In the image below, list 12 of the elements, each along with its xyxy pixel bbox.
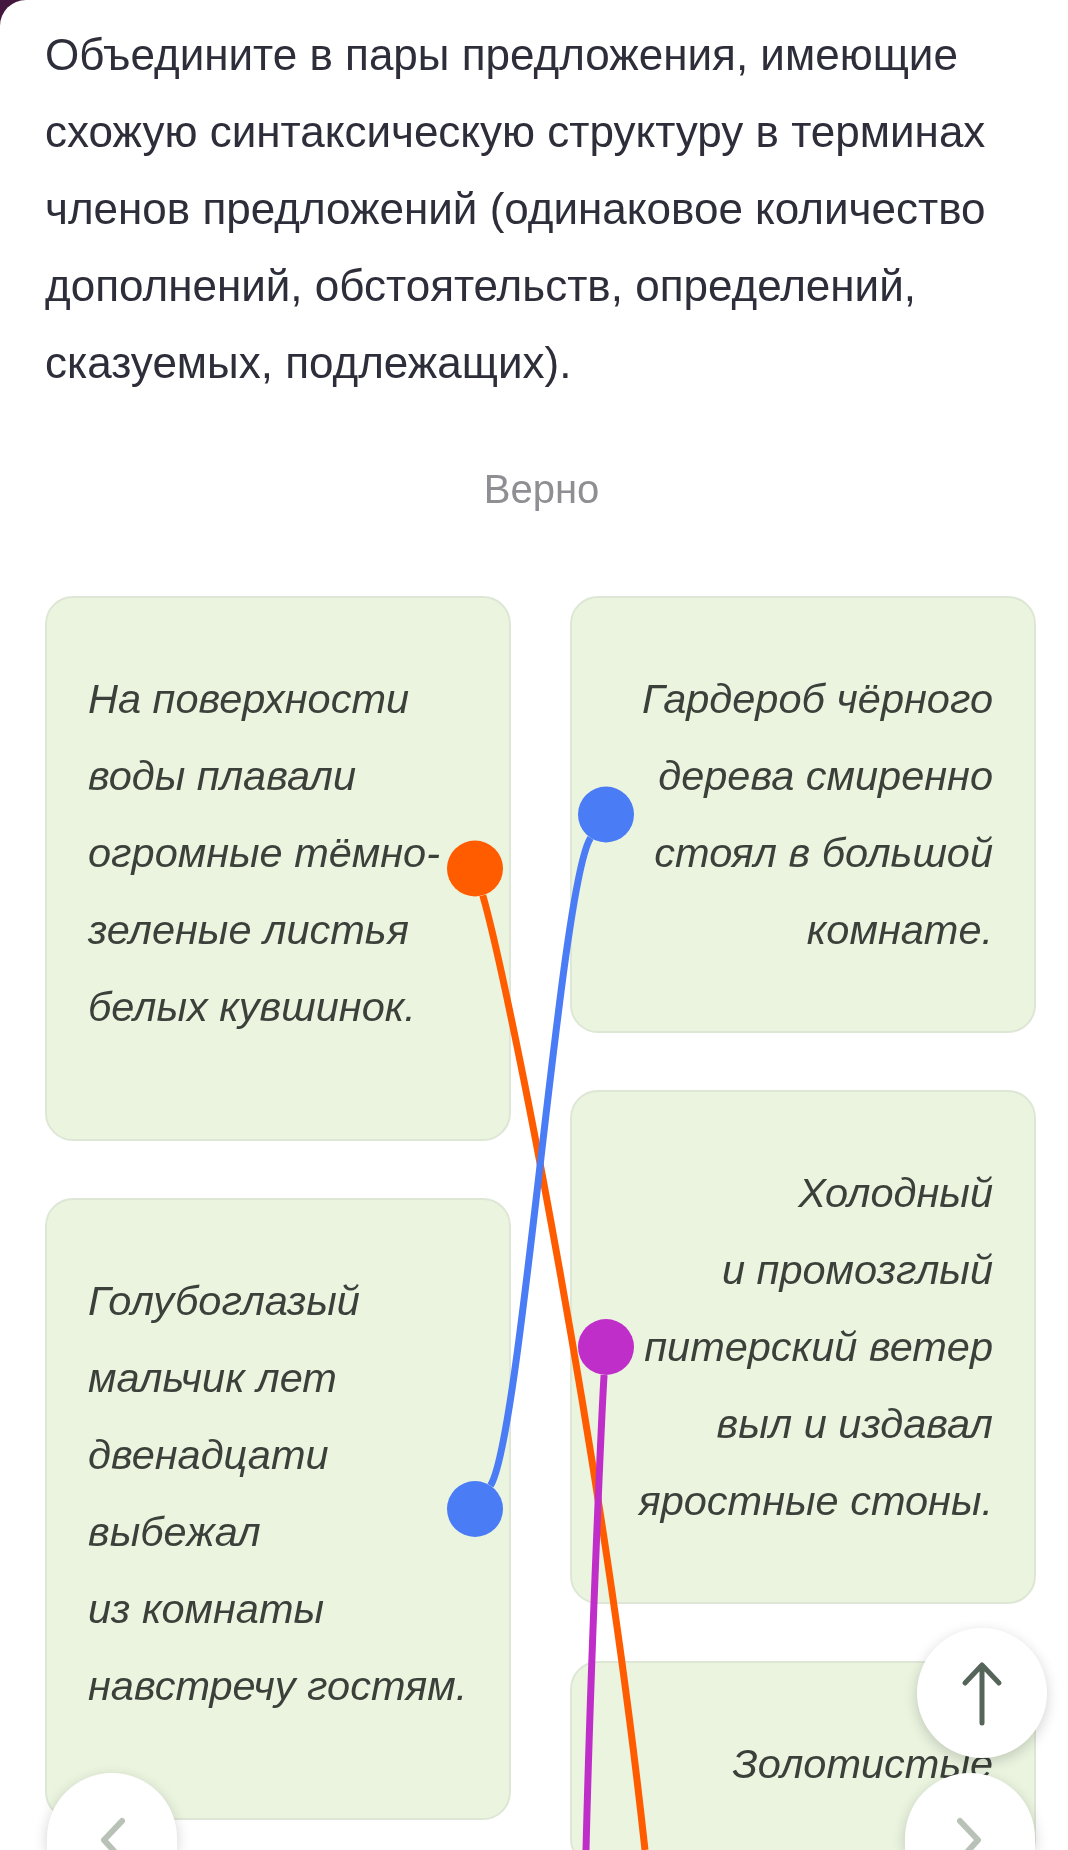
sentence-text: На поверхности воды плавали огромные тёмно-зеленые листья белых кувшинок. xyxy=(88,674,441,1032)
sentence-text: Голубоглазый мальчик лет двенадцати выбежал из комнаты навстречу гостям. xyxy=(88,1276,468,1711)
dot-icon[interactable] xyxy=(578,786,634,843)
result-status: Верно xyxy=(483,467,600,511)
sentence-text: Золотистые xyxy=(731,1739,993,1789)
sentence-text: Гардероб чёрного дерева смиренно стоял в большой комнате. xyxy=(640,674,993,955)
sentence-text: Холодный и промозглый питерский ветер выл и издавал яростные стоны. xyxy=(637,1168,993,1526)
dot-icon[interactable] xyxy=(447,1481,503,1537)
instruction-text: Объедините в пары предложения, имеющие схожую синтаксическую структуру в терминах членов предложений (одинаковое количество дополнений, обстоятельств, определений, сказуемых, подлежащих). xyxy=(45,29,987,389)
arrow-up-icon xyxy=(960,1660,1004,1726)
dot-icon[interactable] xyxy=(578,1319,634,1375)
dot-icon[interactable] xyxy=(447,840,503,897)
